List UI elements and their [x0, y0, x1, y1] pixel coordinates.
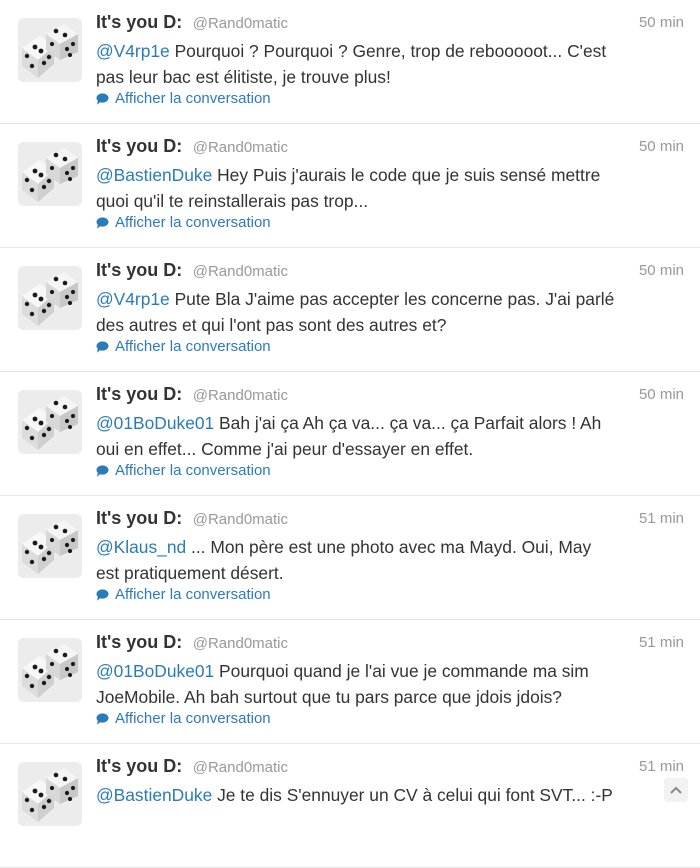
show-conversation-link[interactable]: Afficher la conversation — [96, 710, 271, 727]
author-name[interactable]: It's you D: — [96, 12, 182, 32]
tweet-text: @BastienDuke Hey Puis j'aurais le code q… — [96, 162, 688, 214]
tweet[interactable]: It's you D: @Rand0matic 50 min @BastienD… — [0, 124, 700, 248]
tweet-header: It's you D: @Rand0matic 51 min — [96, 756, 684, 782]
mention-link[interactable]: @V4rp1e — [96, 41, 170, 61]
tweet-text: @V4rp1e Pute Bla J'aime pas accepter les… — [96, 286, 688, 338]
tweet[interactable]: It's you D: @Rand0matic 51 min @Klaus_nd… — [0, 496, 700, 620]
author-handle[interactable]: @Rand0matic — [193, 15, 288, 32]
tweet-timestamp[interactable]: 50 min — [639, 262, 684, 279]
tweet-text-line2: quoi qu'il te reinstallerais pas trop... — [96, 191, 369, 211]
speech-bubble-icon — [96, 712, 109, 725]
author-handle[interactable]: @Rand0matic — [193, 635, 288, 652]
tweet-header: It's you D: @Rand0matic 50 min — [96, 384, 684, 410]
show-conversation-link[interactable]: Afficher la conversation — [96, 90, 271, 107]
show-conversation-link[interactable]: Afficher la conversation — [96, 586, 271, 603]
tweet[interactable]: It's you D: @Rand0matic 50 min @01BoDuke… — [0, 372, 700, 496]
tweet-timestamp[interactable]: 50 min — [639, 138, 684, 155]
tweet-text-line1: Je te dis S'ennuyer un CV à celui qui fo… — [212, 785, 613, 805]
show-conversation-label: Afficher la conversation — [115, 710, 271, 727]
author-name[interactable]: It's you D: — [96, 632, 182, 652]
tweet[interactable]: It's you D: @Rand0matic 50 min @V4rp1e P… — [0, 248, 700, 372]
speech-bubble-icon — [96, 464, 109, 477]
author-handle[interactable]: @Rand0matic — [193, 387, 288, 404]
tweet-timestamp[interactable]: 51 min — [639, 758, 684, 775]
tweet-text: @Klaus_nd ... Mon père est une photo ave… — [96, 534, 688, 586]
author-name[interactable]: It's you D: — [96, 508, 182, 528]
show-conversation-label: Afficher la conversation — [115, 90, 271, 107]
avatar[interactable] — [18, 514, 82, 578]
show-conversation-link[interactable]: Afficher la conversation — [96, 214, 271, 231]
avatar[interactable] — [18, 142, 82, 206]
show-conversation-label: Afficher la conversation — [115, 338, 271, 355]
tweet-text-line1: Pourquoi quand je l'ai vue je commande m… — [214, 661, 589, 681]
tweet-header: It's you D: @Rand0matic 51 min — [96, 508, 684, 534]
tweet-timestamp[interactable]: 51 min — [639, 634, 684, 651]
tweet-text-line1: ... Mon père est une photo avec ma Mayd.… — [186, 537, 592, 557]
author-handle[interactable]: @Rand0matic — [193, 511, 288, 528]
author-handle[interactable]: @Rand0matic — [193, 759, 288, 776]
tweet-text: @V4rp1e Pourquoi ? Pourquoi ? Genre, tro… — [96, 38, 688, 90]
tweet-header: It's you D: @Rand0matic 50 min — [96, 136, 684, 162]
show-conversation-label: Afficher la conversation — [115, 214, 271, 231]
avatar[interactable] — [18, 18, 82, 82]
speech-bubble-icon — [96, 340, 109, 353]
speech-bubble-icon — [96, 92, 109, 105]
tweet-text-line2: JoeMobile. Ah bah surtout que tu pars pa… — [96, 687, 562, 707]
show-conversation-label: Afficher la conversation — [115, 586, 271, 603]
tweet-timestamp[interactable]: 50 min — [639, 386, 684, 403]
mention-link[interactable]: @Klaus_nd — [96, 537, 186, 557]
author-name[interactable]: It's you D: — [96, 384, 182, 404]
tweet-text: @01BoDuke01 Bah j'ai ça Ah ça va... ça v… — [96, 410, 688, 462]
chevron-up-icon — [670, 786, 682, 794]
tweet-timestamp[interactable]: 51 min — [639, 510, 684, 527]
speech-bubble-icon — [96, 588, 109, 601]
author-name[interactable]: It's you D: — [96, 260, 182, 280]
avatar[interactable] — [18, 762, 82, 826]
show-conversation-label: Afficher la conversation — [115, 462, 271, 479]
author-name[interactable]: It's you D: — [96, 756, 182, 776]
show-conversation-link[interactable]: Afficher la conversation — [96, 462, 271, 479]
author-handle[interactable]: @Rand0matic — [193, 263, 288, 280]
author-name[interactable]: It's you D: — [96, 136, 182, 156]
mention-link[interactable]: @V4rp1e — [96, 289, 170, 309]
timeline: It's you D: @Rand0matic 50 min @V4rp1e P… — [0, 0, 700, 868]
tweet-text-line2: est pratiquement désert. — [96, 563, 284, 583]
speech-bubble-icon — [96, 216, 109, 229]
tweet-text-line2: pas leur bac est élitiste, je trouve plu… — [96, 67, 391, 87]
tweet[interactable]: It's you D: @Rand0matic 50 min @V4rp1e P… — [0, 0, 700, 124]
tweet[interactable]: It's you D: @Rand0matic 51 min @BastienD… — [0, 744, 700, 868]
avatar[interactable] — [18, 638, 82, 702]
author-handle[interactable]: @Rand0matic — [193, 139, 288, 156]
avatar[interactable] — [18, 390, 82, 454]
mention-link[interactable]: @01BoDuke01 — [96, 661, 214, 681]
mention-link[interactable]: @01BoDuke01 — [96, 413, 214, 433]
tweet-text-line2: oui en effet... Comme j'ai peur d'essaye… — [96, 439, 474, 459]
tweet-header: It's you D: @Rand0matic 51 min — [96, 632, 684, 658]
avatar[interactable] — [18, 266, 82, 330]
tweet-header: It's you D: @Rand0matic 50 min — [96, 12, 684, 38]
scroll-to-top-button[interactable] — [664, 778, 688, 802]
tweet-text-line2: des autres et qui l'ont pas sont des aut… — [96, 315, 447, 335]
tweet-timestamp[interactable]: 50 min — [639, 14, 684, 31]
tweet-text-line1: Hey Puis j'aurais le code que je suis se… — [212, 165, 601, 185]
tweet-text: @BastienDuke Je te dis S'ennuyer un CV à… — [96, 782, 688, 808]
tweet-text: @01BoDuke01 Pourquoi quand je l'ai vue j… — [96, 658, 688, 710]
tweet[interactable]: It's you D: @Rand0matic 51 min @01BoDuke… — [0, 620, 700, 744]
mention-link[interactable]: @BastienDuke — [96, 165, 212, 185]
mention-link[interactable]: @BastienDuke — [96, 785, 212, 805]
tweet-text-line1: Bah j'ai ça Ah ça va... ça va... ça Parf… — [214, 413, 602, 433]
tweet-text-line1: Pourquoi ? Pourquoi ? Genre, trop de reb… — [169, 41, 607, 61]
tweet-header: It's you D: @Rand0matic 50 min — [96, 260, 684, 286]
tweet-text-line1: Pute Bla J'aime pas accepter les concern… — [169, 289, 615, 309]
show-conversation-link[interactable]: Afficher la conversation — [96, 338, 271, 355]
